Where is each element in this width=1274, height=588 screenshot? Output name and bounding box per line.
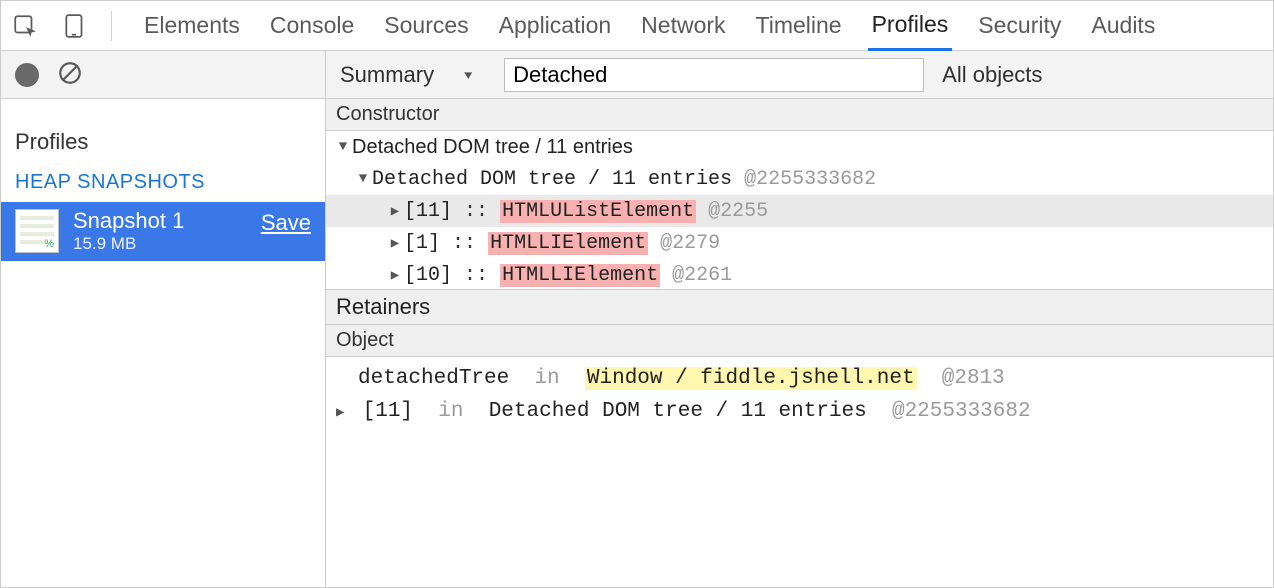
record-icon[interactable] [15,63,39,87]
object-id: @2279 [660,232,720,255]
tree-row-root[interactable]: Detached DOM tree / 11 entries [326,131,1273,163]
retainer-row[interactable]: detachedTree in Window / fiddle.jshell.n… [336,363,1263,396]
object-id: @2255 [708,200,768,223]
count: [1] [404,232,440,255]
clear-icon[interactable] [57,60,83,90]
tree-label: Detached DOM tree / 11 entries [352,136,633,159]
tab-console[interactable]: Console [266,12,358,49]
panel-body: Profiles HEAP SNAPSHOTS % Snapshot 1 15.… [1,51,1273,587]
count: [10] [404,264,452,287]
snapshot-save-link[interactable]: Save [261,210,311,236]
separator: :: [464,264,488,287]
caret-icon[interactable] [336,139,350,155]
object-id: @2255333682 [892,400,1031,423]
object-id: @2261 [672,264,732,287]
count: [11] [404,200,452,223]
class-filter-input[interactable] [504,58,924,92]
constructor-column-header[interactable]: Constructor [326,99,1273,131]
element-type: HTMLLIElement [500,264,660,287]
retainers-tree: detachedTree in Window / fiddle.jshell.n… [326,357,1273,587]
tree-label: Detached DOM tree / 11 entries [372,168,732,191]
class-filter [504,58,924,92]
inspect-element-icon[interactable] [11,12,39,40]
devtools-root: Elements Console Sources Application Net… [0,0,1274,588]
panel-tabbar: Elements Console Sources Application Net… [1,1,1273,51]
tab-security[interactable]: Security [974,12,1065,49]
element-type: HTMLLIElement [488,232,648,255]
keyword-in: in [522,367,572,390]
tree-row[interactable]: [1] :: HTMLLIElement @2279 [326,227,1273,259]
tab-elements[interactable]: Elements [140,12,244,49]
caret-icon[interactable] [388,267,402,284]
retainer-row[interactable]: ▶ [11] in Detached DOM tree / 11 entries… [336,396,1263,429]
main-toolbar: Summary All objects [326,51,1273,99]
keyword-in: in [426,400,476,423]
tree-row[interactable]: [10] :: HTMLLIElement @2261 [326,259,1273,289]
tab-timeline[interactable]: Timeline [752,12,846,49]
context-label: Window / fiddle.jshell.net [585,367,917,390]
snapshot-icon: % [15,209,59,253]
constructor-tree: Detached DOM tree / 11 entries Detached … [326,131,1273,289]
element-type: HTMLUListElement [500,200,696,223]
view-dropdown-label: Summary [340,62,434,88]
tab-profiles[interactable]: Profiles [868,11,953,51]
count: [11] [363,400,413,423]
caret-icon[interactable] [388,235,402,252]
snapshot-item[interactable]: % Snapshot 1 15.9 MB Save [1,202,325,261]
retainers-header[interactable]: Retainers [326,289,1273,325]
tree-row[interactable]: [11] :: HTMLUListElement @2255 [326,195,1273,227]
view-dropdown[interactable]: Summary [340,62,486,88]
tabbar-divider [111,11,112,41]
sidebar-toolbar [1,51,325,99]
caret-icon[interactable] [356,171,370,187]
heap-snapshots-heading: HEAP SNAPSHOTS [1,165,325,202]
tab-network[interactable]: Network [637,12,729,49]
object-id: @2813 [942,367,1005,390]
property-name: detachedTree [358,367,509,390]
tab-sources[interactable]: Sources [380,12,472,49]
profiles-main: Summary All objects Constructor Detached… [326,51,1273,587]
object-column-header[interactable]: Object [326,325,1273,357]
snapshot-name: Snapshot 1 [73,208,247,234]
toggle-device-toolbar-icon[interactable] [61,12,89,40]
profiles-sidebar: Profiles HEAP SNAPSHOTS % Snapshot 1 15.… [1,51,326,587]
object-id: @2255333682 [744,168,876,191]
separator: :: [464,200,488,223]
tree-row[interactable]: Detached DOM tree / 11 entries @22553336… [326,163,1273,195]
tab-audits[interactable]: Audits [1087,12,1159,49]
context-label: Detached DOM tree / 11 entries [489,400,867,423]
sidebar-section-title: Profiles [1,99,325,165]
snapshot-meta: Snapshot 1 15.9 MB [73,208,247,255]
snapshot-size: 15.9 MB [73,234,247,254]
tab-application[interactable]: Application [495,12,616,49]
separator: :: [452,232,476,255]
caret-icon[interactable]: ▶ [336,403,350,425]
scope-dropdown[interactable]: All objects [942,62,1042,88]
caret-icon[interactable] [388,203,402,220]
